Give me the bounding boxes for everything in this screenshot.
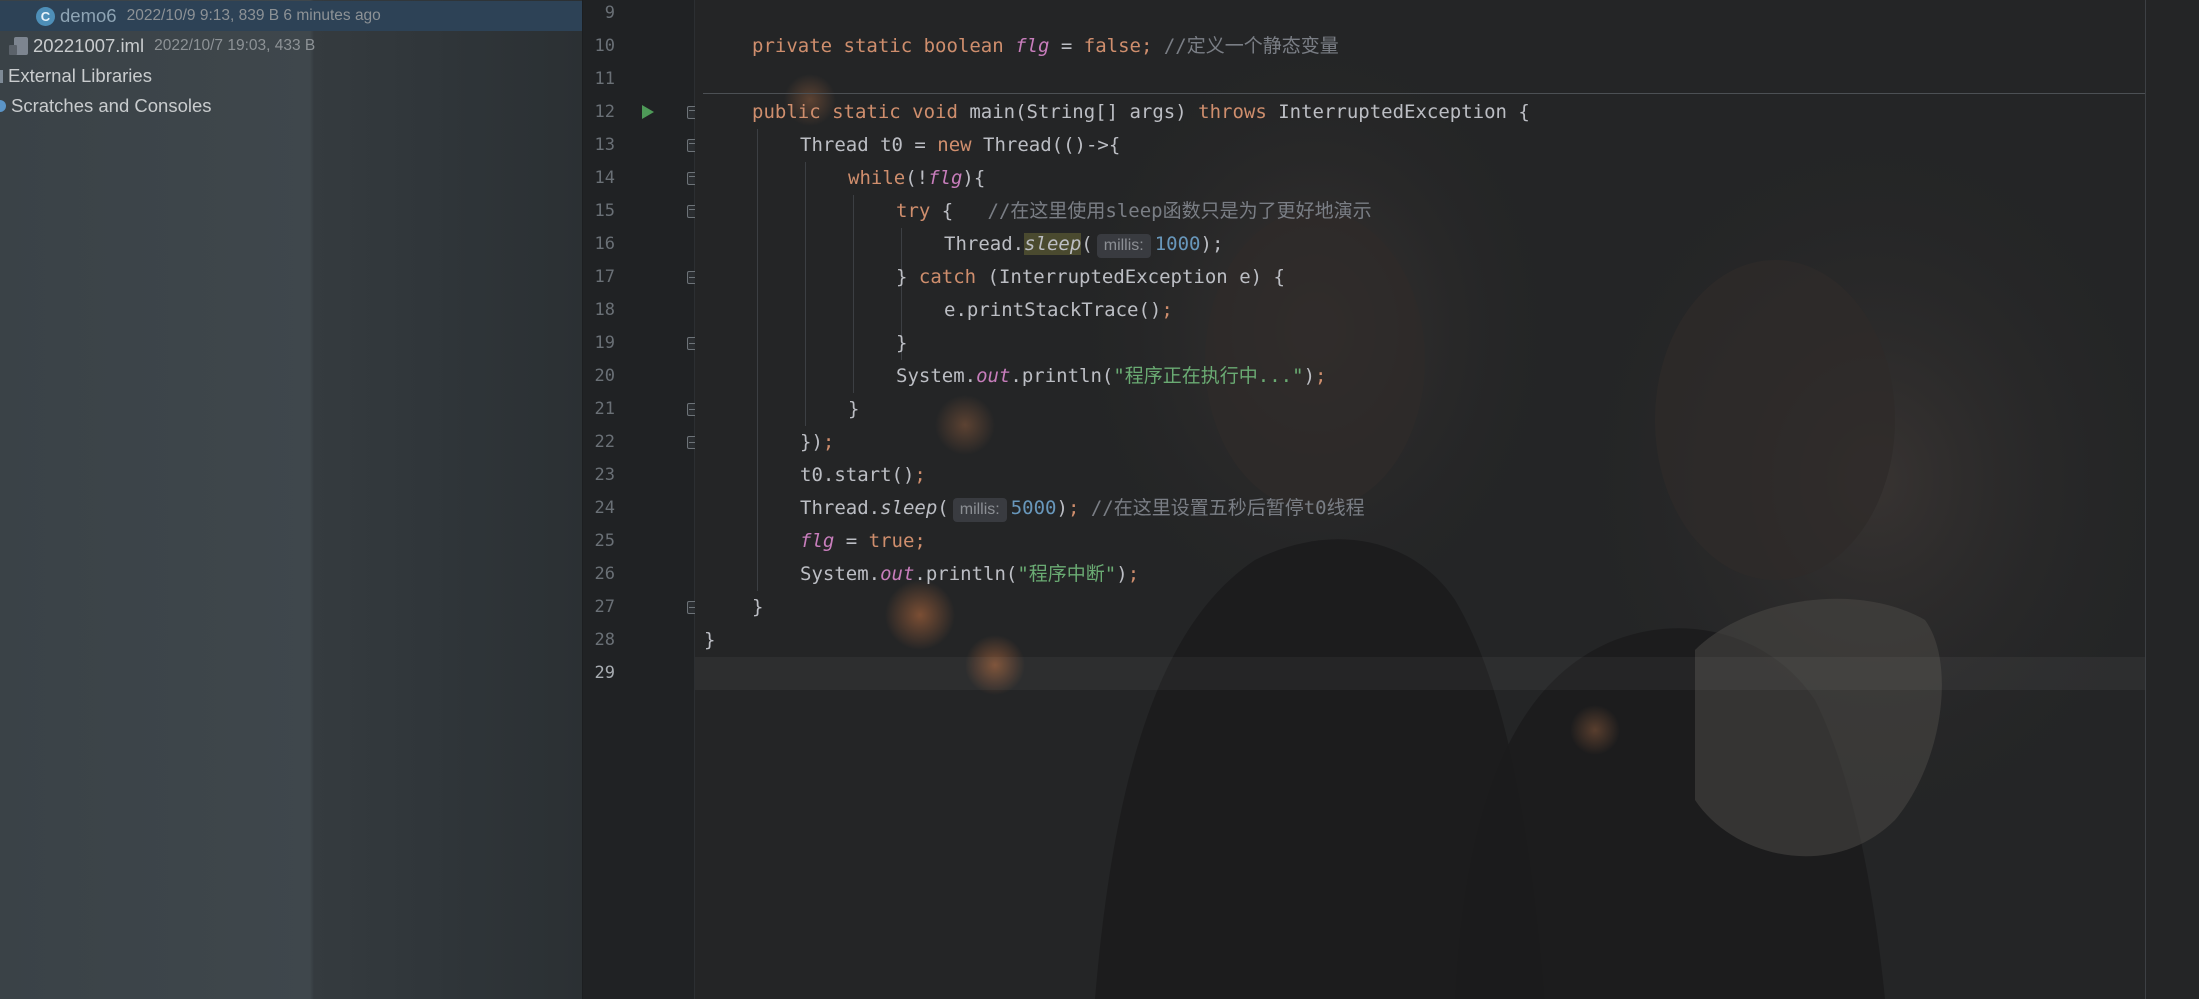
code-line-22[interactable]: }); bbox=[800, 426, 834, 459]
line-number: 25 bbox=[594, 531, 615, 551]
line-number: 26 bbox=[594, 564, 615, 584]
code-line-20[interactable]: System.out.println("程序正在执行中..."); bbox=[896, 360, 1326, 393]
java-class-icon: C bbox=[36, 6, 55, 26]
line-number: 13 bbox=[594, 135, 615, 155]
line-number: 24 bbox=[594, 498, 615, 518]
scratch-icon bbox=[0, 100, 6, 112]
line-number: 20 bbox=[594, 366, 615, 386]
line-number: 28 bbox=[594, 630, 615, 650]
project-tool-window: C demo6 2022/10/9 9:13, 839 B 6 minutes … bbox=[0, 0, 583, 999]
iml-file-icon bbox=[9, 37, 28, 55]
tree-item-label: demo6 bbox=[60, 5, 117, 26]
code-line-25[interactable]: flg = true; bbox=[800, 525, 926, 558]
indent-guide bbox=[853, 195, 854, 393]
tree-item-scratches[interactable]: Scratches and Consoles bbox=[0, 91, 582, 121]
method-separator bbox=[703, 93, 2145, 94]
code-line-10[interactable]: private static boolean flg = false; //定义… bbox=[752, 30, 1339, 63]
line-number: 9 bbox=[604, 3, 615, 23]
code-line-19[interactable]: } bbox=[896, 327, 907, 360]
library-icon bbox=[0, 69, 3, 83]
indent-guide bbox=[805, 162, 806, 426]
right-margin-guide bbox=[2145, 0, 2146, 999]
line-number: 27 bbox=[594, 597, 615, 617]
line-number: 10 bbox=[594, 36, 615, 56]
code-line-14[interactable]: while(!flg){ bbox=[848, 162, 985, 195]
tree-item-demo6[interactable]: C demo6 2022/10/9 9:13, 839 B 6 minutes … bbox=[0, 1, 582, 31]
line-number: 18 bbox=[594, 300, 615, 320]
line-number-current: 29 bbox=[594, 663, 615, 683]
run-main-icon[interactable] bbox=[642, 105, 654, 119]
line-number: 23 bbox=[594, 465, 615, 485]
line-number: 16 bbox=[594, 234, 615, 254]
code-line-27[interactable]: } bbox=[752, 591, 763, 624]
line-number: 14 bbox=[594, 168, 615, 188]
parameter-hint: millis: bbox=[1096, 234, 1151, 258]
editor-gutter: 9 10 11 12 13 14 15 16 17 18 19 20 21 22… bbox=[583, 0, 698, 999]
indent-guide bbox=[757, 129, 758, 591]
parameter-hint: millis: bbox=[952, 498, 1007, 522]
tree-item-meta: 2022/10/9 9:13, 839 B 6 minutes ago bbox=[126, 7, 381, 24]
code-line-12[interactable]: public static void main(String[] args) t… bbox=[752, 96, 1530, 129]
line-number: 19 bbox=[594, 333, 615, 353]
code-line-16[interactable]: Thread.sleep(millis: 1000); bbox=[944, 228, 1223, 261]
tree-item-iml[interactable]: 20221007.iml 2022/10/7 19:03, 433 B bbox=[0, 31, 582, 61]
code-line-18[interactable]: e.printStackTrace(); bbox=[944, 294, 1173, 327]
tree-item-label: Scratches and Consoles bbox=[11, 95, 212, 116]
current-line-highlight bbox=[695, 657, 2145, 690]
code-line-13[interactable]: Thread t0 = new Thread(()->{ bbox=[800, 129, 1120, 162]
line-number: 11 bbox=[594, 69, 615, 89]
code-line-28[interactable]: } bbox=[704, 624, 715, 657]
code-editor[interactable]: private static boolean flg = false; //定义… bbox=[695, 0, 2199, 999]
tree-item-external-libraries[interactable]: External Libraries bbox=[0, 61, 582, 91]
tree-item-label: External Libraries bbox=[8, 65, 152, 86]
line-number: 21 bbox=[594, 399, 615, 419]
code-line-23[interactable]: t0.start(); bbox=[800, 459, 926, 492]
line-number: 15 bbox=[594, 201, 615, 221]
code-line-15[interactable]: try { //在这里使用sleep函数只是为了更好地演示 bbox=[896, 195, 1372, 228]
line-number: 22 bbox=[594, 432, 615, 452]
code-line-26[interactable]: System.out.println("程序中断"); bbox=[800, 558, 1139, 591]
code-line-21[interactable]: } bbox=[848, 393, 859, 426]
line-number: 17 bbox=[594, 267, 615, 287]
code-line-17[interactable]: } catch (InterruptedException e) { bbox=[896, 261, 1285, 294]
code-line-24[interactable]: Thread.sleep(millis: 5000); //在这里设置五秒后暂停t… bbox=[800, 492, 1365, 525]
line-number: 12 bbox=[594, 102, 615, 122]
tree-item-meta: 2022/10/7 19:03, 433 B bbox=[154, 37, 316, 54]
tree-item-label: 20221007.iml bbox=[33, 35, 145, 56]
